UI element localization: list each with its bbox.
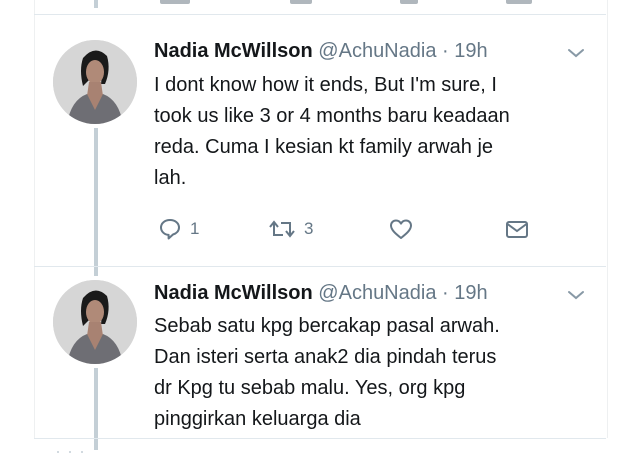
tweet-text-line: took us like 3 or 4 months baru keadaan: [154, 105, 510, 127]
retweet-icon: [269, 220, 295, 238]
tweet-text-line: Sebab satu kpg bercakap pasal arwah.: [154, 315, 500, 337]
tweet-text-line: reda. Cuma I kesian kt family arwah je: [154, 136, 494, 158]
reply-icon: [160, 219, 180, 240]
user-handle[interactable]: @AchuNadia: [318, 282, 436, 304]
retweet-count: 3: [304, 219, 314, 238]
tweet-header: Nadia McWillson @AchuNadia · 19h: [154, 36, 488, 66]
tweet-text: Sebab satu kpg bercakap pasal arwah. Dan…: [154, 311, 594, 435]
retweet-button[interactable]: 3: [268, 214, 313, 244]
tweet-text-line: lah.: [154, 167, 187, 189]
avatar[interactable]: [53, 280, 137, 364]
thread-connector-line: [94, 0, 98, 8]
separator-dot: ·: [442, 40, 449, 62]
tweet[interactable]: Nadia McWillson @AchuNadia · 19h Sebab s…: [34, 278, 606, 438]
previous-tweet-action-stub: [400, 0, 418, 4]
timestamp[interactable]: 19h: [454, 40, 487, 62]
reply-count: 1: [190, 219, 200, 238]
tweet-text: I dont know how it ends, But I'm sure, I…: [154, 70, 594, 194]
like-button[interactable]: [388, 214, 414, 244]
separator-dot: ·: [442, 282, 449, 304]
divider: [34, 438, 606, 439]
tweet-text-line: Dan isteri serta anak2 dia pindah terus: [154, 346, 497, 368]
tweet-header: Nadia McWillson @AchuNadia · 19h: [154, 278, 488, 308]
divider: [34, 14, 606, 15]
tweet-text-line: dr Kpg tu sebab malu. Yes, org kpg: [154, 377, 466, 399]
avatar[interactable]: [53, 40, 137, 124]
chevron-down-icon[interactable]: [567, 288, 585, 306]
user-handle[interactable]: @AchuNadia: [318, 40, 436, 62]
display-name[interactable]: Nadia McWillson: [154, 40, 313, 62]
reply-button[interactable]: 1: [158, 214, 199, 244]
previous-tweet-action-stub: [506, 0, 532, 4]
direct-message-button[interactable]: [504, 214, 530, 244]
divider: [34, 266, 606, 267]
timestamp[interactable]: 19h: [454, 282, 487, 304]
previous-tweet-action-stub: [160, 0, 190, 4]
display-name[interactable]: Nadia McWillson: [154, 282, 313, 304]
next-tweet-peek: [36, 442, 116, 453]
tweet-actions: 1 3: [154, 214, 594, 244]
envelope-icon: [506, 221, 528, 238]
tweet-text-line: pinggirkan keluarga dia: [154, 408, 361, 430]
tweet-text-line: I dont know how it ends, But I'm sure, I: [154, 74, 497, 96]
tweet[interactable]: Nadia McWillson @AchuNadia · 19h I dont …: [34, 36, 606, 258]
chevron-down-icon[interactable]: [567, 46, 585, 64]
previous-tweet-action-stub: [290, 0, 312, 4]
heart-icon: [390, 219, 412, 239]
